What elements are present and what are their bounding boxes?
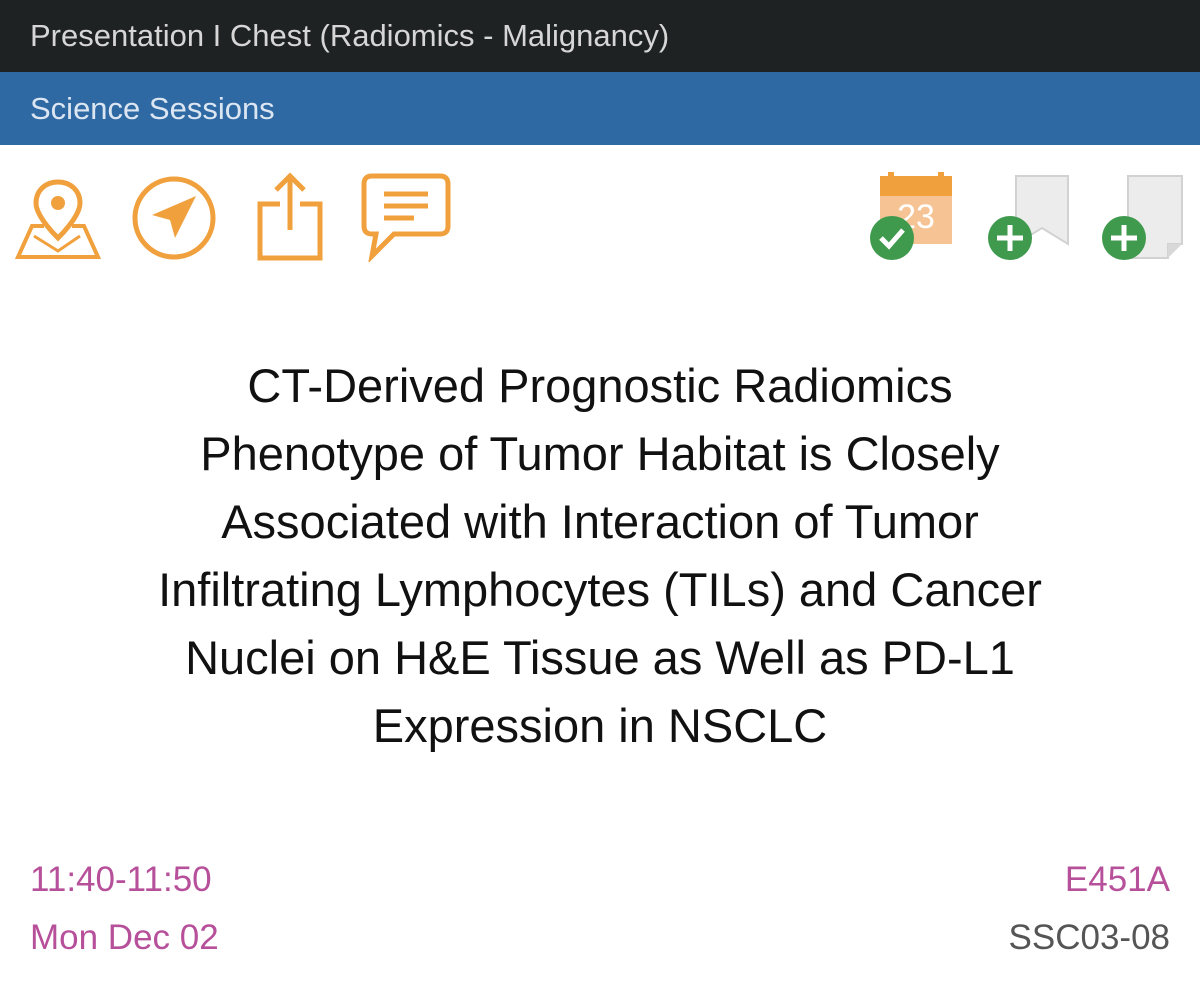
- title-line: Associated with Interaction of Tumor: [221, 495, 979, 548]
- title-line: CT-Derived Prognostic Radiomics: [247, 359, 953, 412]
- room-location[interactable]: E451A: [1065, 860, 1170, 900]
- title-line: Nuclei on H&E Tissue as Well as PD-L1: [185, 631, 1015, 684]
- comment-icon[interactable]: [360, 172, 452, 262]
- add-note-icon[interactable]: [1098, 172, 1188, 262]
- app-header-title: Presentation I Chest (Radiomics - Malign…: [0, 0, 1200, 72]
- session-time: 11:40-11:50: [30, 860, 212, 899]
- session-code: SSC03-08: [1008, 918, 1170, 957]
- calendar-added-icon[interactable]: 23: [866, 172, 956, 262]
- share-icon[interactable]: [254, 172, 326, 262]
- title-line: Expression in NSCLC: [372, 699, 828, 752]
- session-date: Mon Dec 02: [30, 918, 219, 957]
- navigate-icon[interactable]: [130, 174, 218, 262]
- map-pin-icon[interactable]: [14, 176, 102, 262]
- add-bookmark-icon[interactable]: [984, 172, 1074, 262]
- title-line: Phenotype of Tumor Habitat is Closely: [200, 427, 1000, 480]
- presentation-title: CT-Derived Prognostic Radiomics Phenotyp…: [40, 352, 1160, 760]
- title-line: Infiltrating Lymphocytes (TILs) and Canc…: [158, 563, 1042, 616]
- section-header[interactable]: Science Sessions: [0, 72, 1200, 145]
